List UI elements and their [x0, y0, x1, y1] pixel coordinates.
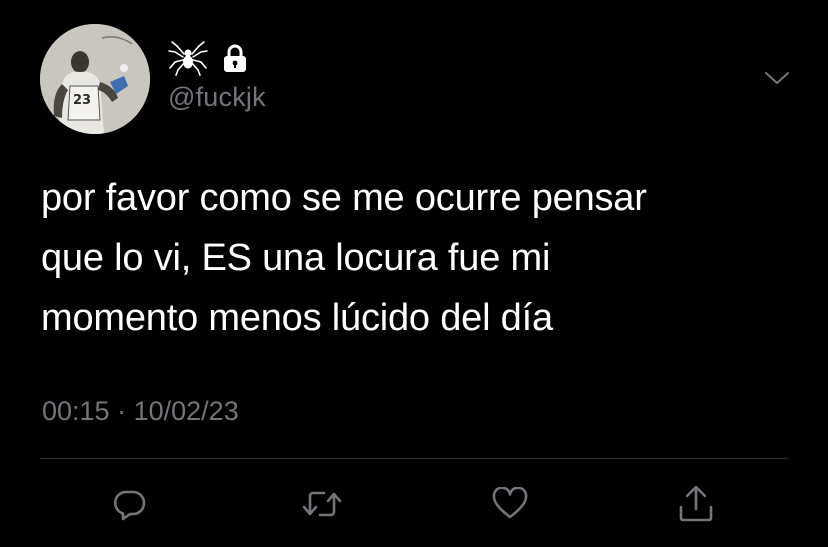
tweet-text: por favor como se me ocurre pensar que l…	[41, 168, 801, 348]
tweet: 23 @fuckjk por favor como se me ocurre p…	[0, 0, 828, 547]
share-button[interactable]	[676, 484, 716, 524]
avatar-photo: 23	[40, 24, 150, 134]
tweet-time: 00:15	[42, 396, 110, 426]
tweet-timestamp[interactable]: 00:15 · 10/02/23	[42, 396, 239, 427]
reply-icon	[113, 490, 146, 521]
meta-separator: ·	[117, 396, 127, 426]
retweet-icon	[302, 491, 342, 517]
like-button[interactable]	[490, 484, 530, 524]
svg-text:23: 23	[73, 93, 91, 108]
share-icon	[679, 485, 713, 522]
like-icon	[492, 487, 528, 519]
divider	[40, 458, 788, 459]
display-name[interactable]	[168, 40, 248, 76]
lock-icon	[222, 43, 248, 73]
tweet-text-line: que lo vi, ES una locura fue mi	[41, 237, 551, 279]
tweet-text-line: por favor como se me ocurre pensar	[41, 177, 647, 219]
user-handle[interactable]: @fuckjk	[168, 82, 266, 113]
spider-icon	[168, 40, 208, 76]
reply-button[interactable]	[110, 484, 150, 524]
tweet-date: 10/02/23	[133, 396, 239, 426]
chevron-down-icon[interactable]	[764, 68, 790, 88]
tweet-text-line: momento menos lúcido del día	[41, 297, 553, 339]
avatar[interactable]: 23	[40, 24, 150, 134]
retweet-button[interactable]	[302, 484, 342, 524]
